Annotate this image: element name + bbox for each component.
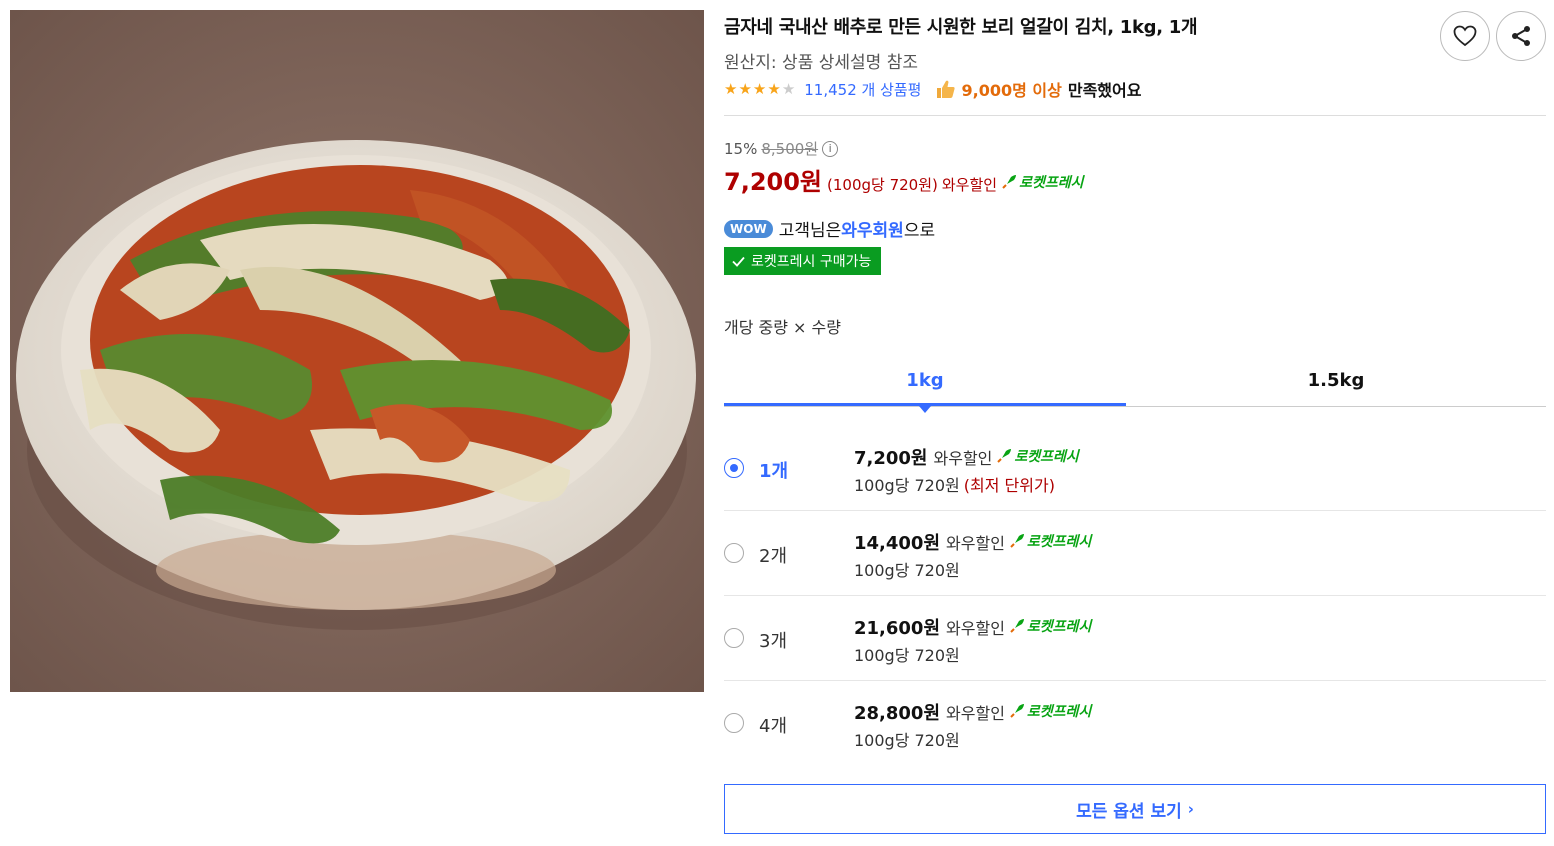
rocket-fresh-text: 로켓프레시	[1019, 175, 1084, 191]
sale-price: 7,200원	[724, 168, 822, 196]
wow-member-row: WOW 고객님은 와우회원 으로	[724, 216, 935, 241]
rocket-fresh-label: 로켓프레시	[1001, 172, 1083, 192]
discount-rate: 15%	[724, 139, 758, 158]
rocket-fresh-available-badge: 로켓프레시 구매가능	[724, 247, 882, 275]
weight-tabs: 1kg 1.5kg	[724, 358, 1546, 413]
option-unit-line: 100g당 720원 (최저 단위가)	[854, 472, 1055, 496]
rocket-fresh-label: 로켓프레시	[996, 446, 1079, 466]
star-icon: ★	[738, 79, 752, 98]
option-wow-discount: 와우할인	[946, 704, 1005, 723]
radio-button[interactable]	[724, 543, 744, 563]
rocket-fresh-text: 로켓프레시	[1026, 704, 1092, 720]
option-price-line: 7,200원 와우할인 로켓프레시	[854, 444, 1079, 470]
quantity-option-list: 1개 7,200원 와우할인 로켓프레시 100g당 720원 (최저 단위가) …	[724, 426, 1546, 766]
wow-discount-label: 와우할인	[941, 176, 998, 194]
option-quantity: 4개	[759, 716, 788, 737]
wishlist-button[interactable]	[1440, 11, 1490, 61]
option-unit-price: 100g당 720원	[854, 476, 960, 495]
option-unit-line: 100g당 720원	[854, 642, 960, 666]
product-origin: 원산지: 상품 상세설명 참조	[724, 53, 918, 73]
rocket-icon	[1010, 534, 1024, 548]
wow-badge: WOW	[724, 219, 773, 238]
tab-label: 1.5kg	[1307, 370, 1365, 391]
wow-text-before: 고객님은	[778, 221, 842, 241]
star-icon: ★	[724, 79, 738, 98]
rocket-fresh-label: 로켓프레시	[1009, 531, 1091, 551]
original-price: 8,500원	[761, 140, 819, 158]
fresh-badge-label: 로켓프레시 구매가능	[751, 254, 872, 270]
share-button[interactable]	[1496, 11, 1546, 61]
option-wow-discount: 와우할인	[933, 449, 993, 468]
wow-member-text: 와우회원	[841, 221, 904, 241]
option-row[interactable]: 4개 28,800원 와우할인 로켓프레시 100g당 720원	[724, 681, 1546, 766]
tab-1kg[interactable]: 1kg	[724, 358, 1126, 413]
star-empty-icon: ★	[781, 79, 796, 98]
option-price-line: 28,800원 와우할인 로켓프레시	[854, 699, 1091, 725]
rocket-fresh-label: 로켓프레시	[1009, 616, 1091, 636]
satisfaction-text: 만족했어요	[1067, 81, 1142, 100]
option-price: 7,200원	[854, 448, 928, 469]
thumbs-up-icon	[936, 80, 955, 98]
option-price: 21,600원	[854, 618, 941, 639]
product-title: 금자네 국내산 배추로 만든 시원한 보리 얼갈이 김치, 1kg, 1개	[724, 17, 1198, 38]
rocket-icon	[1010, 704, 1024, 718]
radio-button[interactable]	[724, 458, 744, 478]
rating-row: ★ ★ ★ ★ ★ 11,452 개 상품평 9,000명 이상 만족했어요	[724, 78, 1142, 101]
satisfaction-count: 9,000명 이상	[961, 81, 1062, 100]
rocket-fresh-label: 로켓프레시	[1009, 701, 1091, 721]
option-unit-line: 100g당 720원	[854, 557, 960, 581]
view-all-options-label: 모든 옵션 보기	[1076, 801, 1182, 822]
option-unit-price: 100g당 720원	[854, 646, 960, 665]
price-row: 7,200원 (100g당 720원) 와우할인 로켓프레시	[724, 162, 1083, 197]
option-label: 개당 중량 × 수량	[724, 318, 841, 337]
view-all-options-button[interactable]: 모든 옵션 보기 ›	[724, 784, 1546, 834]
chevron-right-icon: ›	[1187, 800, 1194, 818]
option-unit-price: 100g당 720원	[854, 561, 960, 580]
tab-label: 1kg	[906, 370, 944, 391]
tab-1-5kg[interactable]: 1.5kg	[1126, 358, 1546, 406]
option-wow-discount: 와우할인	[946, 619, 1005, 638]
option-wow-discount: 와우할인	[946, 534, 1005, 553]
review-count-link[interactable]: 11,452 개 상품평	[804, 79, 921, 100]
divider	[724, 115, 1546, 116]
option-price: 28,800원	[854, 703, 941, 724]
option-quantity: 1개	[759, 461, 789, 482]
info-icon[interactable]: i	[822, 140, 839, 157]
tab-indicator-arrow	[919, 406, 931, 413]
option-quantity: 2개	[759, 546, 788, 567]
rocket-fresh-text: 로켓프레시	[1014, 449, 1079, 465]
wow-text-after: 으로	[903, 221, 936, 241]
option-unit-line: 100g당 720원	[854, 727, 960, 751]
option-price-line: 21,600원 와우할인 로켓프레시	[854, 614, 1091, 640]
option-row[interactable]: 3개 21,600원 와우할인 로켓프레시 100g당 720원	[724, 596, 1546, 681]
option-price: 14,400원	[854, 533, 941, 554]
star-icon: ★	[752, 79, 767, 98]
rocket-fresh-text: 로켓프레시	[1026, 534, 1092, 550]
lowest-unit-note: (최저 단위가)	[963, 476, 1055, 495]
discount-row: 15% 8,500원 i	[724, 138, 839, 159]
option-row[interactable]: 2개 14,400원 와우할인 로켓프레시 100g당 720원	[724, 511, 1546, 596]
star-rating: ★ ★ ★ ★ ★	[724, 79, 796, 98]
share-icon	[1512, 26, 1530, 46]
rocket-icon	[1002, 175, 1017, 189]
product-image	[10, 10, 704, 692]
rocket-fresh-text: 로켓프레시	[1026, 619, 1092, 635]
radio-button[interactable]	[724, 713, 744, 733]
option-price-line: 14,400원 와우할인 로켓프레시	[854, 529, 1091, 555]
rocket-icon	[1010, 619, 1024, 633]
unit-price: (100g당 720원)	[827, 176, 938, 194]
option-unit-price: 100g당 720원	[854, 731, 960, 750]
option-row[interactable]: 1개 7,200원 와우할인 로켓프레시 100g당 720원 (최저 단위가)	[724, 426, 1546, 511]
heart-icon	[1453, 25, 1477, 47]
radio-button[interactable]	[724, 628, 744, 648]
rocket-icon	[997, 449, 1012, 463]
option-quantity: 3개	[759, 631, 788, 652]
star-icon: ★	[767, 79, 781, 98]
check-icon	[732, 256, 745, 267]
